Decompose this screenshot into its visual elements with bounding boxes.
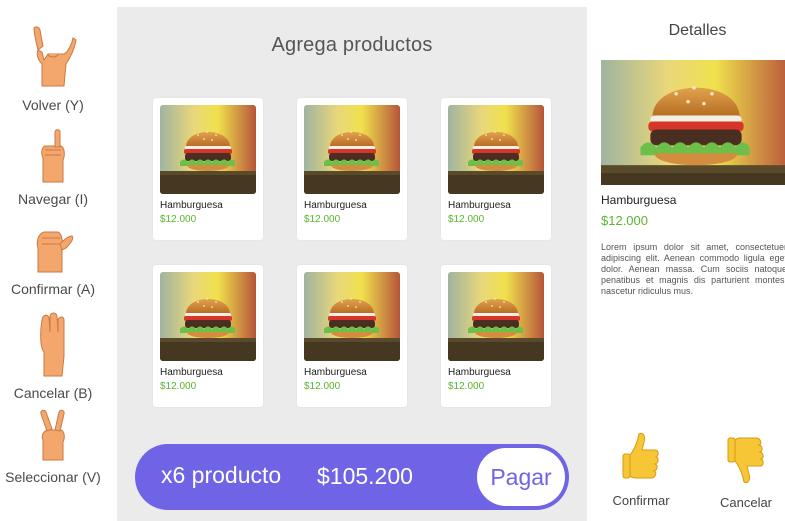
gesture-confirm-label: Confirmar (A) bbox=[10, 281, 95, 297]
burger-image bbox=[160, 272, 256, 361]
cart-total: $105.200 bbox=[317, 463, 413, 489]
product-card[interactable]: Hamburguesa $12.000 bbox=[153, 98, 263, 240]
product-name: Hamburguesa bbox=[160, 367, 223, 378]
gesture-back-label: Volver (Y) bbox=[22, 97, 84, 113]
product-price: $12.000 bbox=[448, 214, 485, 225]
product-card[interactable]: Hamburguesa $12.000 bbox=[441, 98, 551, 240]
product-name: Hamburguesa bbox=[304, 367, 367, 378]
burger-image bbox=[448, 105, 544, 194]
cancel-action[interactable]: Cancelar bbox=[706, 432, 785, 510]
details-product-name: Hamburguesa bbox=[601, 193, 677, 207]
burger-image bbox=[304, 272, 400, 361]
thumbs-down-icon bbox=[726, 437, 766, 490]
burger-image bbox=[448, 272, 544, 361]
thumbs-up-icon bbox=[621, 433, 661, 488]
product-name: Hamburguesa bbox=[304, 200, 367, 211]
confirm-action[interactable]: Confirmar bbox=[601, 430, 681, 508]
victory-hand-icon bbox=[0, 408, 106, 467]
gesture-select-label: Seleccionar (V) bbox=[5, 469, 101, 485]
gesture-select: Seleccionar (V) bbox=[0, 408, 106, 485]
gesture-guide: Volver (Y) Navegar (I) Confirmar (A) Can… bbox=[0, 0, 110, 521]
details-product-price: $12.000 bbox=[601, 213, 648, 228]
details-panel: Detalles Hamburguesa $12.000 Lorem ipsum… bbox=[595, 0, 785, 521]
product-name: Hamburguesa bbox=[160, 200, 223, 211]
catalog-title: Agrega productos bbox=[271, 34, 433, 56]
product-card[interactable]: Hamburguesa $12.000 bbox=[153, 265, 263, 407]
product-price: $12.000 bbox=[448, 381, 485, 392]
cart-quantity: x6 producto bbox=[161, 462, 282, 488]
product-card[interactable]: Hamburguesa $12.000 bbox=[297, 98, 407, 240]
confirm-label: Confirmar bbox=[612, 493, 670, 508]
gesture-navigate-label: Navegar (I) bbox=[17, 191, 89, 207]
product-card[interactable]: Hamburguesa $12.000 bbox=[441, 265, 551, 407]
product-price: $12.000 bbox=[304, 381, 341, 392]
product-price: $12.000 bbox=[160, 214, 197, 225]
burger-image bbox=[160, 105, 256, 194]
gesture-navigate: Navegar (I) bbox=[0, 128, 106, 207]
product-name: Hamburguesa bbox=[448, 367, 511, 378]
gesture-back: Volver (Y) bbox=[0, 24, 106, 113]
gesture-confirm: Confirmar (A) bbox=[0, 224, 106, 297]
cart-bar: x6 producto $105.200 Pagar bbox=[135, 444, 569, 510]
fist-thumb-hand-icon bbox=[0, 224, 106, 279]
details-description: Lorem ipsum dolor sit amet, consectetuer… bbox=[601, 242, 785, 296]
flat-hand-icon bbox=[0, 312, 106, 383]
pay-button[interactable]: Pagar bbox=[477, 448, 565, 506]
product-catalog: Agrega productos Hamburguesa $12.000 Ham… bbox=[117, 7, 587, 521]
product-name: Hamburguesa bbox=[448, 200, 511, 211]
pinky-up-hand-icon bbox=[0, 128, 106, 189]
product-card[interactable]: Hamburguesa $12.000 bbox=[297, 265, 407, 407]
gesture-cancel-label: Cancelar (B) bbox=[13, 385, 93, 401]
details-burger-image bbox=[601, 60, 785, 185]
cancel-label: Cancelar bbox=[719, 495, 773, 510]
product-price: $12.000 bbox=[304, 214, 341, 225]
gesture-cancel: Cancelar (B) bbox=[0, 312, 106, 401]
burger-image bbox=[304, 105, 400, 194]
shaka-hand-icon bbox=[0, 24, 106, 95]
product-price: $12.000 bbox=[160, 381, 197, 392]
details-title: Detalles bbox=[668, 22, 727, 39]
